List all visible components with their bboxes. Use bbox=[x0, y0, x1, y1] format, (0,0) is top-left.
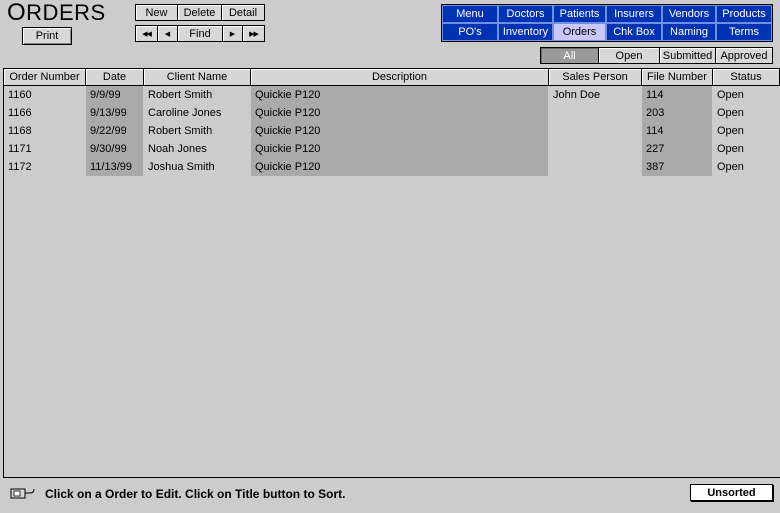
nav-item-po-s[interactable]: PO's bbox=[442, 23, 498, 41]
column-header-file-number[interactable]: File Number bbox=[642, 69, 713, 86]
cell-order-number: 1166 bbox=[4, 104, 86, 122]
cell-sales-person bbox=[549, 104, 642, 122]
module-nav: Menu Doctors Patients Insurers Vendors Produc… bbox=[441, 4, 773, 42]
nav-item-doctors[interactable]: Doctors bbox=[498, 5, 553, 23]
nav-item-insurers[interactable]: Insurers bbox=[606, 5, 662, 23]
cell-client-name: Robert Smith bbox=[144, 86, 251, 104]
cell-order-number: 1171 bbox=[4, 140, 86, 158]
cell-client-name: Noah Jones bbox=[144, 140, 251, 158]
cell-file-number: 227 bbox=[642, 140, 713, 158]
find-button[interactable]: Find bbox=[178, 26, 223, 41]
nav-item-menu[interactable]: Menu bbox=[442, 5, 498, 23]
print-button[interactable]: Print bbox=[22, 27, 72, 45]
column-header-client-name[interactable]: Client Name bbox=[144, 69, 251, 86]
table-body: 1160 9/9/99 Robert Smith Quickie P120 John D… bbox=[4, 86, 780, 176]
cell-status: Open bbox=[713, 104, 780, 122]
cell-description: Quickie P120 bbox=[251, 158, 549, 176]
cell-sales-person bbox=[549, 122, 642, 140]
cell-sales-person bbox=[549, 158, 642, 176]
cell-status: Open bbox=[713, 86, 780, 104]
cell-date: 11/13/99 bbox=[86, 158, 144, 176]
table-row[interactable]: 1166 9/13/99 Caroline Jones Quickie P120 203… bbox=[4, 104, 780, 122]
nav-item-naming[interactable]: Naming bbox=[662, 23, 716, 41]
filter-all[interactable]: All bbox=[541, 48, 599, 63]
record-navigation: ◀◀ ◀ Find ▶ ▶▶ bbox=[135, 25, 265, 42]
nav-item-products[interactable]: Products bbox=[716, 5, 772, 23]
page-title: ORDERS bbox=[7, 0, 106, 26]
status-filter: All Open Submitted Approved bbox=[540, 47, 773, 64]
hint-text: Click on a Order to Edit. Click on Title… bbox=[45, 487, 346, 501]
column-header-order-number[interactable]: Order Number bbox=[4, 69, 86, 86]
table-row[interactable]: 1172 11/13/99 Joshua Smith Quickie P120 387 O… bbox=[4, 158, 780, 176]
delete-button[interactable]: Delete bbox=[178, 5, 222, 20]
table-header: Order Number Date Client Name Description Sa… bbox=[4, 69, 780, 86]
nav-item-patients[interactable]: Patients bbox=[553, 5, 606, 23]
cell-description: Quickie P120 bbox=[251, 86, 549, 104]
nav-item-orders[interactable]: Orders bbox=[553, 23, 606, 41]
cell-date: 9/13/99 bbox=[86, 104, 144, 122]
next-record-icon[interactable]: ▶ bbox=[223, 26, 243, 41]
prev-record-icon[interactable]: ◀ bbox=[158, 26, 178, 41]
cell-description: Quickie P120 bbox=[251, 122, 549, 140]
cell-description: Quickie P120 bbox=[251, 140, 549, 158]
cell-file-number: 387 bbox=[642, 158, 713, 176]
nav-item-terms[interactable]: Terms bbox=[716, 23, 772, 41]
filter-open[interactable]: Open bbox=[599, 48, 660, 63]
cell-order-number: 1172 bbox=[4, 158, 86, 176]
nav-item-vendors[interactable]: Vendors bbox=[662, 5, 716, 23]
record-actions: New Delete Detail bbox=[135, 4, 265, 21]
column-header-sales-person[interactable]: Sales Person bbox=[549, 69, 642, 86]
table-row[interactable]: 1171 9/30/99 Noah Jones Quickie P120 227 Open bbox=[4, 140, 780, 158]
sort-state-badge: Unsorted bbox=[690, 484, 773, 501]
cell-status: Open bbox=[713, 140, 780, 158]
plug-icon bbox=[10, 488, 35, 499]
cell-date: 9/30/99 bbox=[86, 140, 144, 158]
first-record-icon[interactable]: ◀◀ bbox=[136, 26, 158, 41]
new-button[interactable]: New bbox=[136, 5, 178, 20]
cell-date: 9/22/99 bbox=[86, 122, 144, 140]
table-row[interactable]: 1168 9/22/99 Robert Smith Quickie P120 114 Op… bbox=[4, 122, 780, 140]
cell-order-number: 1168 bbox=[4, 122, 86, 140]
cell-sales-person bbox=[549, 140, 642, 158]
cell-file-number: 203 bbox=[642, 104, 713, 122]
cell-date: 9/9/99 bbox=[86, 86, 144, 104]
last-record-icon[interactable]: ▶▶ bbox=[243, 26, 264, 41]
cell-file-number: 114 bbox=[642, 86, 713, 104]
orders-table: Order Number Date Client Name Description Sa… bbox=[3, 68, 780, 477]
column-header-status[interactable]: Status bbox=[713, 69, 780, 86]
cell-status: Open bbox=[713, 122, 780, 140]
filter-submitted[interactable]: Submitted bbox=[660, 48, 716, 63]
cell-sales-person: John Doe bbox=[549, 86, 642, 104]
cell-order-number: 1160 bbox=[4, 86, 86, 104]
cell-client-name: Caroline Jones bbox=[144, 104, 251, 122]
nav-item-chk-box[interactable]: Chk Box bbox=[606, 23, 662, 41]
nav-item-inventory[interactable]: Inventory bbox=[498, 23, 553, 41]
cell-client-name: Robert Smith bbox=[144, 122, 251, 140]
cell-file-number: 114 bbox=[642, 122, 713, 140]
table-row[interactable]: 1160 9/9/99 Robert Smith Quickie P120 John D… bbox=[4, 86, 780, 104]
column-header-date[interactable]: Date bbox=[86, 69, 144, 86]
cell-status: Open bbox=[713, 158, 780, 176]
cell-description: Quickie P120 bbox=[251, 104, 549, 122]
cell-client-name: Joshua Smith bbox=[144, 158, 251, 176]
filter-approved[interactable]: Approved bbox=[716, 48, 772, 63]
detail-button[interactable]: Detail bbox=[222, 5, 264, 20]
column-header-description[interactable]: Description bbox=[251, 69, 549, 86]
